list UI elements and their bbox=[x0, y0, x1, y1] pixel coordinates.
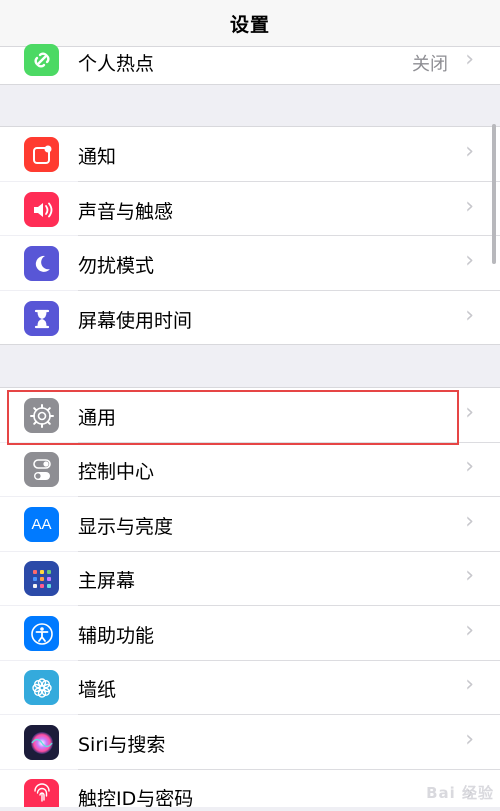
chevron-right-icon: › bbox=[465, 727, 474, 752]
chevron-right-icon: › bbox=[465, 139, 474, 164]
speaker-icon bbox=[24, 192, 59, 227]
settings-row-label: 勿扰模式 bbox=[78, 255, 155, 277]
group-divider bbox=[0, 344, 500, 345]
settings-row-home-screen[interactable]: 主屏幕 › bbox=[0, 552, 500, 605]
group-divider bbox=[0, 84, 500, 85]
settings-row-wallpaper[interactable]: 墙纸 › bbox=[0, 661, 500, 714]
hourglass-icon bbox=[24, 301, 59, 336]
settings-row-label: 个人热点 bbox=[78, 53, 155, 75]
settings-row-do-not-disturb[interactable]: 勿扰模式 › bbox=[0, 236, 500, 290]
hotspot-status-value: 关闭 bbox=[412, 54, 448, 75]
page-title: 设置 bbox=[229, 13, 270, 36]
scrollbar[interactable] bbox=[492, 124, 496, 264]
chevron-right-icon: › bbox=[465, 672, 474, 697]
watermark-logo: Bai 经验 bbox=[426, 784, 494, 802]
settings-row-label: Siri与搜索 bbox=[78, 734, 166, 756]
chevron-right-icon: › bbox=[465, 563, 474, 588]
chevron-right-icon: › bbox=[465, 454, 474, 479]
hotspot-chain-icon bbox=[24, 44, 59, 76]
settings-row-siri-search[interactable]: Siri与搜索 › bbox=[0, 715, 500, 769]
settings-row-notifications[interactable]: 通知 › bbox=[0, 127, 500, 181]
accessibility-person-icon bbox=[24, 616, 59, 651]
chevron-right-icon: › bbox=[465, 47, 474, 72]
chevron-right-icon: › bbox=[465, 400, 474, 425]
settings-row-label: 显示与亮度 bbox=[78, 516, 174, 538]
settings-row-sounds-haptics[interactable]: 声音与触感 › bbox=[0, 182, 500, 235]
settings-row-label: 墙纸 bbox=[78, 679, 117, 701]
highlight-box bbox=[7, 390, 459, 445]
notification-icon bbox=[24, 137, 59, 172]
settings-row-touch-id-passcode[interactable]: 触控ID与密码 › bbox=[0, 770, 500, 810]
text-size-icon: AA bbox=[24, 507, 59, 542]
settings-row-personal-hotspot[interactable]: 个人热点 关闭 › bbox=[0, 44, 500, 84]
settings-row-screen-time[interactable]: 屏幕使用时间 › bbox=[0, 291, 500, 344]
chevron-right-icon: › bbox=[465, 248, 474, 273]
fingerprint-icon bbox=[24, 779, 59, 807]
navigation-bar: 设置 bbox=[0, 0, 500, 47]
siri-orb-icon bbox=[24, 725, 59, 760]
app-grid-icon bbox=[24, 561, 59, 596]
text-size-glyph: AA bbox=[31, 516, 52, 533]
settings-row-accessibility[interactable]: 辅助功能 › bbox=[0, 606, 500, 660]
settings-row-label: 主屏幕 bbox=[78, 570, 136, 592]
flower-icon bbox=[24, 670, 59, 705]
settings-row-label: 控制中心 bbox=[78, 461, 155, 483]
chevron-right-icon: › bbox=[465, 509, 474, 534]
settings-row-label: 辅助功能 bbox=[78, 625, 155, 647]
settings-row-display-brightness[interactable]: AA 显示与亮度 › bbox=[0, 497, 500, 551]
chevron-right-icon: › bbox=[465, 303, 474, 328]
chevron-right-icon: › bbox=[465, 194, 474, 219]
settings-row-label: 通知 bbox=[78, 146, 117, 168]
moon-icon bbox=[24, 246, 59, 281]
toggle-switch-icon bbox=[24, 452, 59, 487]
chevron-right-icon: › bbox=[465, 618, 474, 643]
settings-row-label: 屏幕使用时间 bbox=[78, 310, 193, 332]
settings-row-control-center[interactable]: 控制中心 › bbox=[0, 443, 500, 496]
settings-row-label: 声音与触感 bbox=[78, 201, 174, 223]
